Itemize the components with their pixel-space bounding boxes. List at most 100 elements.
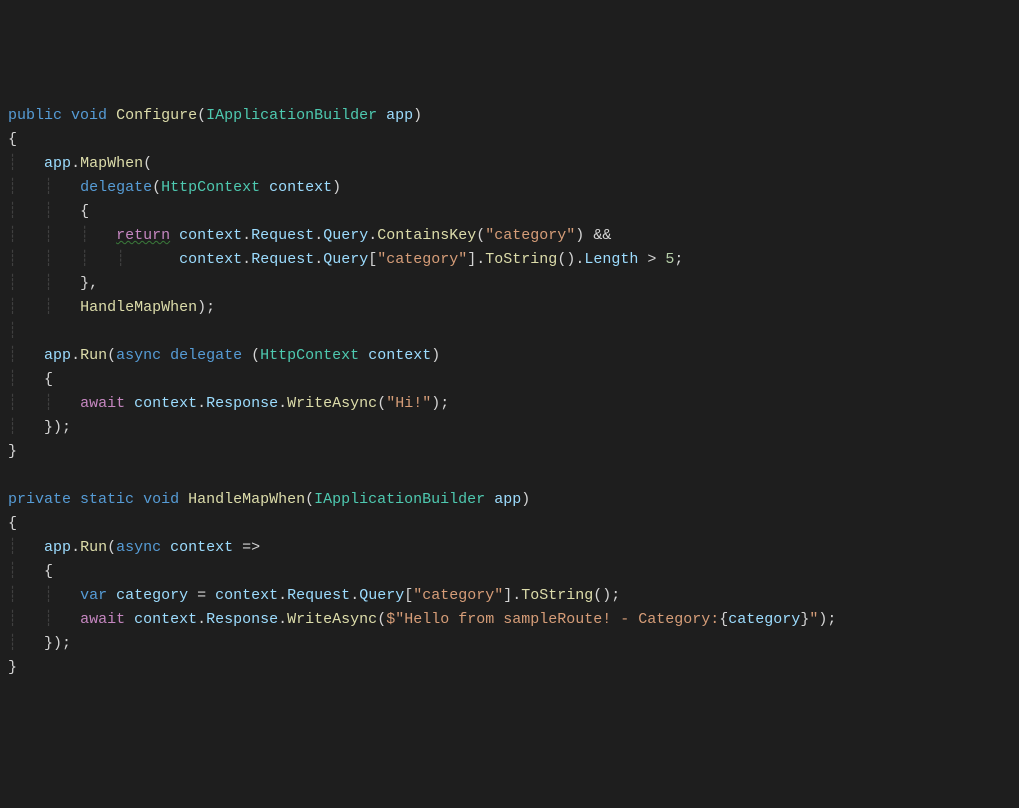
param-app: app bbox=[386, 107, 413, 124]
method-containskey: ContainsKey bbox=[377, 227, 476, 244]
method-writeasync: WriteAsync bbox=[287, 611, 377, 628]
dot: . bbox=[368, 227, 377, 244]
local-context: context bbox=[179, 227, 242, 244]
brace-close: }, bbox=[80, 275, 98, 292]
method-handlemapwhen: HandleMapWhen bbox=[80, 299, 197, 316]
code-line: } bbox=[8, 443, 17, 460]
code-line: ┊ ┊ var category = context.Request.Query… bbox=[8, 587, 620, 604]
paren-open: ( bbox=[377, 395, 386, 412]
paren-open: ( bbox=[377, 611, 386, 628]
dot: . bbox=[314, 227, 323, 244]
paren-close: ); bbox=[818, 611, 836, 628]
code-line: ┊ app.Run(async context => bbox=[8, 539, 260, 556]
dot: . bbox=[575, 251, 584, 268]
code-line: ┊ ┊ ┊ ┊ context.Request.Query["category"… bbox=[8, 251, 683, 268]
bracket-open: [ bbox=[368, 251, 377, 268]
prop-response: Response bbox=[206, 611, 278, 628]
method-writeasync: WriteAsync bbox=[287, 395, 377, 412]
brace-open: { bbox=[8, 131, 17, 148]
keyword-async: async bbox=[116, 347, 161, 364]
paren-close: ); bbox=[431, 395, 449, 412]
keyword-return: return bbox=[116, 227, 170, 244]
keyword-static: static bbox=[80, 491, 134, 508]
dot: . bbox=[314, 251, 323, 268]
paren-pair: () bbox=[557, 251, 575, 268]
paren-close: ) bbox=[431, 347, 440, 364]
method-tostring: ToString bbox=[521, 587, 593, 604]
paren-close: ) bbox=[413, 107, 422, 124]
local-app: app bbox=[44, 539, 71, 556]
string-literal: "category" bbox=[377, 251, 467, 268]
prop-query: Query bbox=[323, 227, 368, 244]
prop-request: Request bbox=[251, 227, 314, 244]
paren-close: ) bbox=[521, 491, 530, 508]
keyword-delegate: delegate bbox=[170, 347, 242, 364]
prop-request: Request bbox=[287, 587, 350, 604]
code-line: ┊ ┊ await context.Response.WriteAsync($"… bbox=[8, 611, 836, 628]
dot: . bbox=[71, 155, 80, 172]
dot: . bbox=[197, 395, 206, 412]
code-line: ┊ { bbox=[8, 371, 53, 388]
keyword-private: private bbox=[8, 491, 71, 508]
op-gt: > bbox=[638, 251, 665, 268]
keyword-await: await bbox=[80, 611, 125, 628]
type-iappbuilder: IApplicationBuilder bbox=[206, 107, 377, 124]
local-app: app bbox=[44, 155, 71, 172]
method-configure: Configure bbox=[116, 107, 197, 124]
string-literal: " bbox=[809, 611, 818, 628]
param-context: context bbox=[269, 179, 332, 196]
paren-open: ( bbox=[476, 227, 485, 244]
paren-open: ( bbox=[143, 155, 152, 172]
dot: . bbox=[242, 227, 251, 244]
dot: . bbox=[350, 587, 359, 604]
paren-open: ( bbox=[242, 347, 260, 364]
paren-open: ( bbox=[305, 491, 314, 508]
code-line: ┊ app.Run(async delegate (HttpContext co… bbox=[8, 347, 440, 364]
keyword-var: var bbox=[80, 587, 107, 604]
keyword-void: void bbox=[143, 491, 179, 508]
string-literal: "category" bbox=[413, 587, 503, 604]
paren-semi: (); bbox=[593, 587, 620, 604]
code-editor[interactable]: public void Configure(IApplicationBuilde… bbox=[8, 104, 1011, 680]
prop-length: Length bbox=[584, 251, 638, 268]
dot: . bbox=[476, 251, 485, 268]
code-line: { bbox=[8, 131, 17, 148]
paren-close: ) bbox=[575, 227, 584, 244]
op-and: && bbox=[584, 227, 611, 244]
code-line: ┊ }); bbox=[8, 635, 71, 652]
bracket-open: [ bbox=[404, 587, 413, 604]
dot: . bbox=[197, 611, 206, 628]
interp-open: { bbox=[719, 611, 728, 628]
bracket-close: ] bbox=[467, 251, 476, 268]
brace-close: } bbox=[8, 443, 17, 460]
method-handlemapwhen: HandleMapWhen bbox=[188, 491, 305, 508]
local-app: app bbox=[44, 347, 71, 364]
paren-open: ( bbox=[197, 107, 206, 124]
prop-query: Query bbox=[323, 251, 368, 268]
keyword-async: async bbox=[116, 539, 161, 556]
dot: . bbox=[512, 587, 521, 604]
bracket-close: ] bbox=[503, 587, 512, 604]
param-context: context bbox=[368, 347, 431, 364]
string-literal: "Hello from sampleRoute! - Category: bbox=[395, 611, 719, 628]
code-line: ┊ app.MapWhen( bbox=[8, 155, 152, 172]
keyword-delegate: delegate bbox=[80, 179, 152, 196]
prop-response: Response bbox=[206, 395, 278, 412]
interp-dollar: $ bbox=[386, 611, 395, 628]
prop-query: Query bbox=[359, 587, 404, 604]
paren-close: ); bbox=[197, 299, 215, 316]
code-line: private static void HandleMapWhen(IAppli… bbox=[8, 491, 530, 508]
op-assign: = bbox=[188, 587, 215, 604]
dot: . bbox=[278, 587, 287, 604]
paren-close: ) bbox=[332, 179, 341, 196]
code-line: public void Configure(IApplicationBuilde… bbox=[8, 107, 422, 124]
type-httpcontext: HttpContext bbox=[260, 347, 359, 364]
brace-open: { bbox=[44, 371, 53, 388]
semicolon: ; bbox=[674, 251, 683, 268]
prop-request: Request bbox=[251, 251, 314, 268]
code-line: ┊ ┊ delegate(HttpContext context) bbox=[8, 179, 341, 196]
paren-open: ( bbox=[107, 539, 116, 556]
local-category: category bbox=[728, 611, 800, 628]
code-line: ┊ ┊ ┊ return context.Request.Query.Conta… bbox=[8, 227, 611, 244]
keyword-public: public bbox=[8, 107, 62, 124]
